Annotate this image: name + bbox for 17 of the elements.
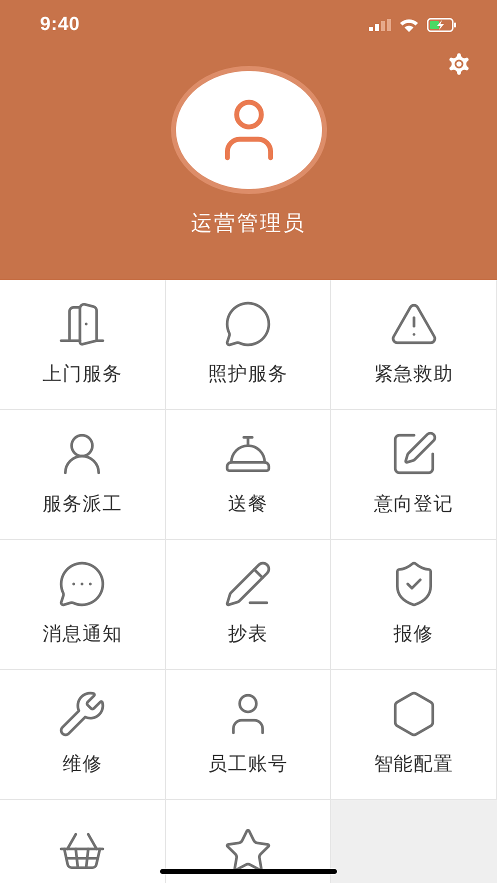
tile-label[interactable]: 员工账号	[208, 751, 288, 780]
tile-label[interactable]: 送餐	[228, 491, 268, 520]
tile-label[interactable]: 报修	[394, 621, 434, 650]
tile-label[interactable]: 紧急救助	[374, 361, 454, 390]
tile-label[interactable]: 上门服务	[42, 361, 122, 390]
signal-icon	[369, 19, 391, 31]
tile-label[interactable]: 智能配置	[374, 751, 454, 780]
tile-label[interactable]: 照护服务	[208, 361, 288, 390]
user-role: 运营管理员	[190, 211, 306, 237]
tile-label[interactable]: 意向登记	[374, 491, 454, 520]
tile-label[interactable]: 抄表	[228, 621, 268, 650]
battery-charging-icon	[427, 18, 457, 32]
status-time: 9:40	[40, 12, 80, 37]
tile-label[interactable]: 维修	[62, 751, 102, 780]
tile-label[interactable]: 消息通知	[42, 621, 122, 650]
wifi-icon	[399, 18, 419, 32]
tile-label[interactable]: 服务派工	[42, 491, 122, 520]
